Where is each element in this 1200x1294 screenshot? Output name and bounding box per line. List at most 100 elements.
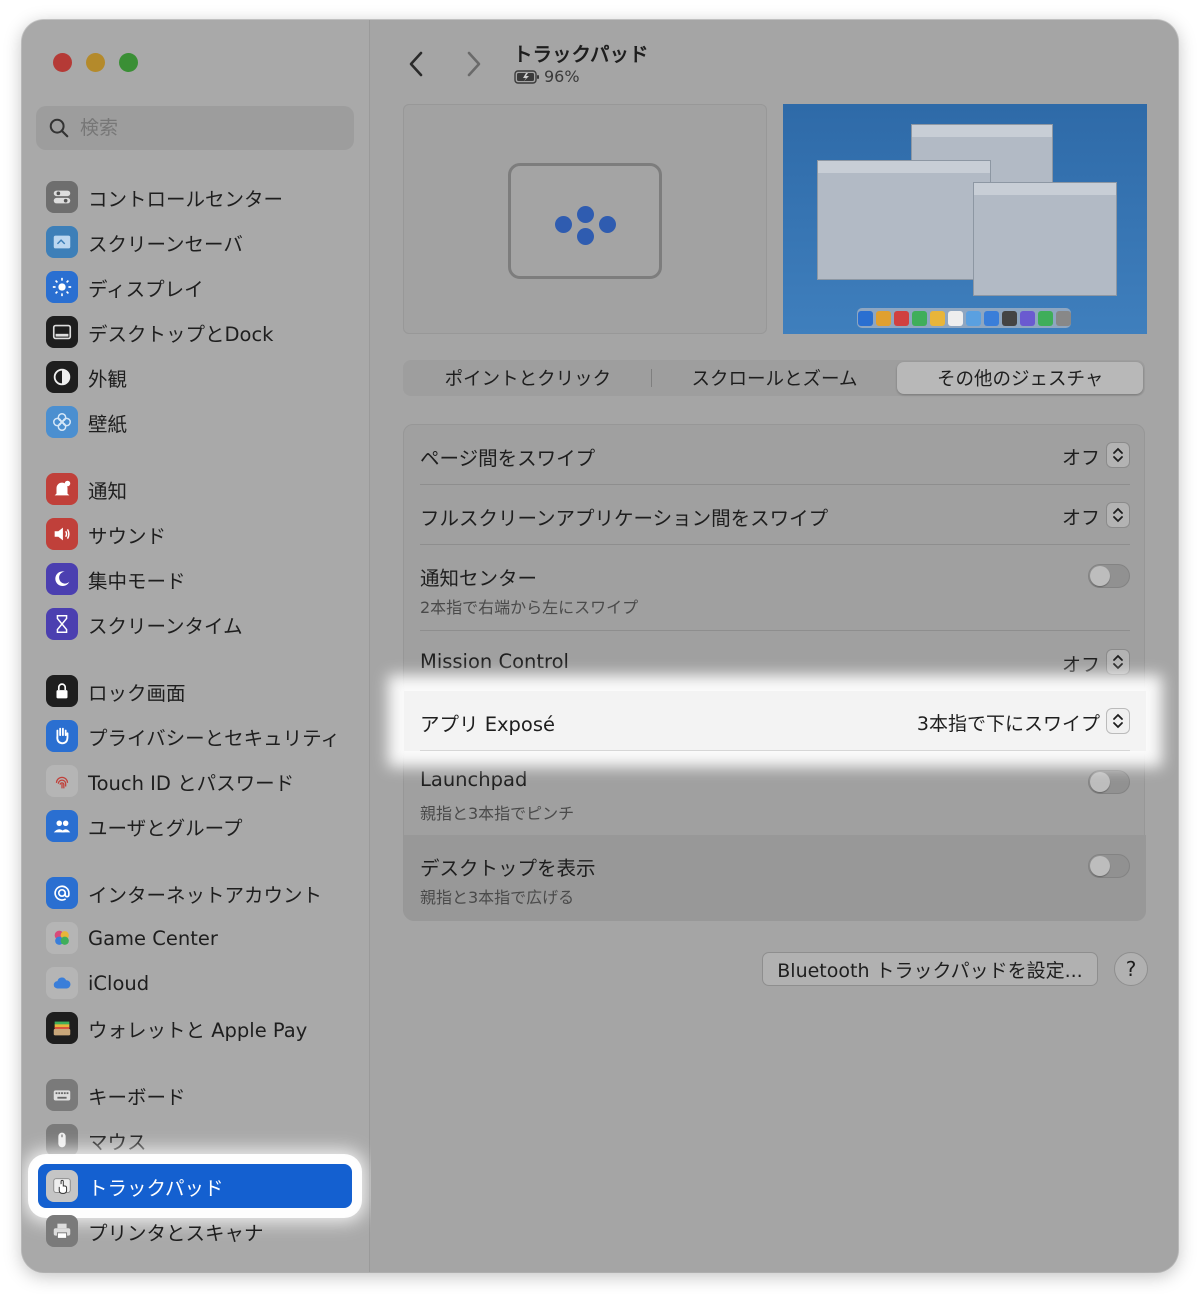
setting-value: オフ [1061, 447, 1100, 469]
privacy-hand-icon [46, 720, 78, 752]
gesture-settings-list: ページ間をスワイプ オフ フルスクリーンアプリケーション間をスワイプ オフ 通知… [403, 424, 1146, 921]
notification-center-toggle[interactable] [1088, 564, 1130, 588]
setting-description: 親指と3本指でピンチ [420, 804, 575, 823]
settings-window: コントロールセンター スクリーンセーバ ディスプレイ デスクトップとDock [22, 20, 1178, 1272]
chevron-up-down-icon [1113, 507, 1123, 523]
sidebar-item-appearance[interactable]: 外観 [38, 355, 352, 399]
sidebar-item-touch-id[interactable]: Touch ID とパスワード [38, 759, 352, 803]
control-center-icon [46, 181, 78, 213]
setting-row-notification-center[interactable]: 通知センター 2本指で右端から左にスワイプ [404, 545, 1146, 631]
setting-row-swipe-pages[interactable]: ページ間をスワイプ オフ [404, 425, 1146, 485]
finger-dot [577, 228, 594, 245]
tab-scroll-zoom[interactable]: スクロールとズーム [652, 362, 898, 394]
sidebar-item-label: Game Center [88, 926, 218, 950]
setting-value: 3本指で下にスワイプ [916, 713, 1100, 735]
sidebar-item-display[interactable]: ディスプレイ [38, 265, 352, 309]
chevron-left-icon [409, 51, 423, 77]
setting-label: 通知センター [420, 567, 538, 590]
sidebar-item-sound[interactable]: サウンド [38, 512, 352, 556]
sidebar-item-icloud[interactable]: iCloud [38, 961, 352, 1005]
sidebar-item-screensaver[interactable]: スクリーンセーバ [38, 220, 352, 264]
sidebar-item-privacy[interactable]: プライバシーとセキュリティ [38, 714, 352, 758]
sidebar-item-printers[interactable]: プリンタとスキャナ [38, 1209, 352, 1253]
search-icon [49, 118, 69, 138]
close-button[interactable] [53, 53, 72, 72]
battery-icon [514, 69, 539, 84]
wallpaper-icon [46, 406, 78, 438]
segmented-tabs: ポイントとクリック スクロールとズーム その他のジェスチャ [403, 360, 1145, 396]
sidebar-item-label: スクリーンセーバ [88, 232, 243, 256]
sidebar-item-trackpad[interactable]: トラックパッド [38, 1164, 352, 1208]
trackpad-illustration [508, 163, 662, 279]
back-button[interactable] [401, 46, 431, 82]
tab-more-gestures[interactable]: その他のジェスチャ [897, 362, 1144, 394]
sidebar-item-label: コントロールセンター [88, 187, 284, 211]
printer-icon [46, 1215, 78, 1247]
finger-dot [555, 216, 572, 233]
tab-point-click[interactable]: ポイントとクリック [405, 362, 651, 394]
setting-row-show-desktop[interactable]: デスクトップを表示 親指と3本指で広げる [404, 835, 1146, 921]
search-input[interactable] [80, 117, 330, 139]
setting-row-mission-control[interactable]: Mission Control オフ [404, 631, 1146, 691]
sidebar-item-label: プライバシーとセキュリティ [88, 726, 340, 750]
sidebar-item-label: デスクトップとDock [88, 322, 274, 346]
launchpad-toggle[interactable] [1088, 770, 1130, 794]
screen-time-icon [46, 608, 78, 640]
sidebar-item-keyboard[interactable]: キーボード [38, 1073, 352, 1117]
wallet-icon [46, 1012, 78, 1044]
mouse-icon [46, 1124, 78, 1156]
preview-window [973, 182, 1117, 296]
main-pane: トラックパッド 96% ポイントとクリック スクロールとズーム その他のジェスチ… [371, 20, 1178, 1272]
popup-stepper[interactable] [1106, 502, 1130, 528]
sidebar-item-wallpaper[interactable]: 壁紙 [38, 400, 352, 444]
sidebar-item-label: インターネットアカウント [88, 883, 323, 907]
sidebar-item-internet-accounts[interactable]: インターネットアカウント [38, 871, 352, 915]
sidebar-item-desktop-dock[interactable]: デスクトップとDock [38, 310, 352, 354]
popup-stepper[interactable] [1106, 649, 1130, 675]
icloud-icon [46, 967, 78, 999]
sidebar-item-label: ウォレットと Apple Pay [88, 1018, 308, 1042]
fingerprint-icon [46, 765, 78, 797]
search-box[interactable] [36, 106, 354, 150]
sidebar-item-label: ディスプレイ [88, 277, 204, 301]
setting-row-swipe-fullscreen[interactable]: フルスクリーンアプリケーション間をスワイプ オフ [404, 485, 1146, 545]
setting-row-launchpad[interactable]: Launchpad 親指と3本指でピンチ [404, 751, 1146, 835]
sidebar-item-control-center[interactable]: コントロールセンター [38, 175, 352, 219]
sidebar-item-label: 通知 [88, 479, 128, 503]
setting-label: アプリ Exposé [420, 713, 556, 736]
setting-description: 2本指で右端から左にスワイプ [420, 598, 639, 617]
sidebar-item-screen-time[interactable]: スクリーンタイム [38, 602, 352, 646]
setting-value: オフ [1061, 507, 1100, 529]
sidebar-item-game-center[interactable]: Game Center [38, 916, 352, 960]
sidebar-item-label: ロック画面 [88, 681, 186, 705]
popup-stepper[interactable] [1106, 708, 1130, 734]
forward-button[interactable] [459, 46, 489, 82]
minimize-button[interactable] [86, 53, 105, 72]
screensaver-icon [46, 226, 78, 258]
gesture-preview-desktop [783, 104, 1147, 334]
setting-row-app-expose[interactable]: アプリ Exposé 3本指で下にスワイプ [404, 691, 1146, 751]
chevron-up-down-icon [1113, 447, 1123, 463]
sidebar-item-label: キーボード [88, 1085, 186, 1109]
show-desktop-toggle[interactable] [1088, 854, 1130, 878]
sidebar-item-users[interactable]: ユーザとグループ [38, 804, 352, 848]
sidebar-item-label: スクリーンタイム [88, 614, 243, 638]
sidebar-item-focus[interactable]: 集中モード [38, 557, 352, 601]
zoom-button[interactable] [119, 53, 138, 72]
page-title: トラックパッド [513, 43, 649, 66]
appearance-icon [46, 361, 78, 393]
sidebar: コントロールセンター スクリーンセーバ ディスプレイ デスクトップとDock [22, 20, 370, 1272]
popup-stepper[interactable] [1106, 442, 1130, 468]
notifications-icon [46, 473, 78, 505]
sidebar-item-label: 壁紙 [88, 412, 128, 436]
finger-dot [577, 206, 594, 223]
sidebar-item-mouse[interactable]: マウス [38, 1118, 352, 1162]
sidebar-item-notifications[interactable]: 通知 [38, 467, 352, 511]
sidebar-item-lock-screen[interactable]: ロック画面 [38, 669, 352, 713]
chevron-up-down-icon [1113, 713, 1123, 729]
gesture-preview-trackpad [403, 104, 767, 334]
sidebar-item-wallet[interactable]: ウォレットと Apple Pay [38, 1006, 352, 1050]
setup-bluetooth-trackpad-button[interactable]: Bluetooth トラックパッドを設定... [762, 952, 1098, 986]
setting-description: 親指と3本指で広げる [420, 888, 575, 907]
help-button[interactable]: ? [1114, 952, 1148, 986]
